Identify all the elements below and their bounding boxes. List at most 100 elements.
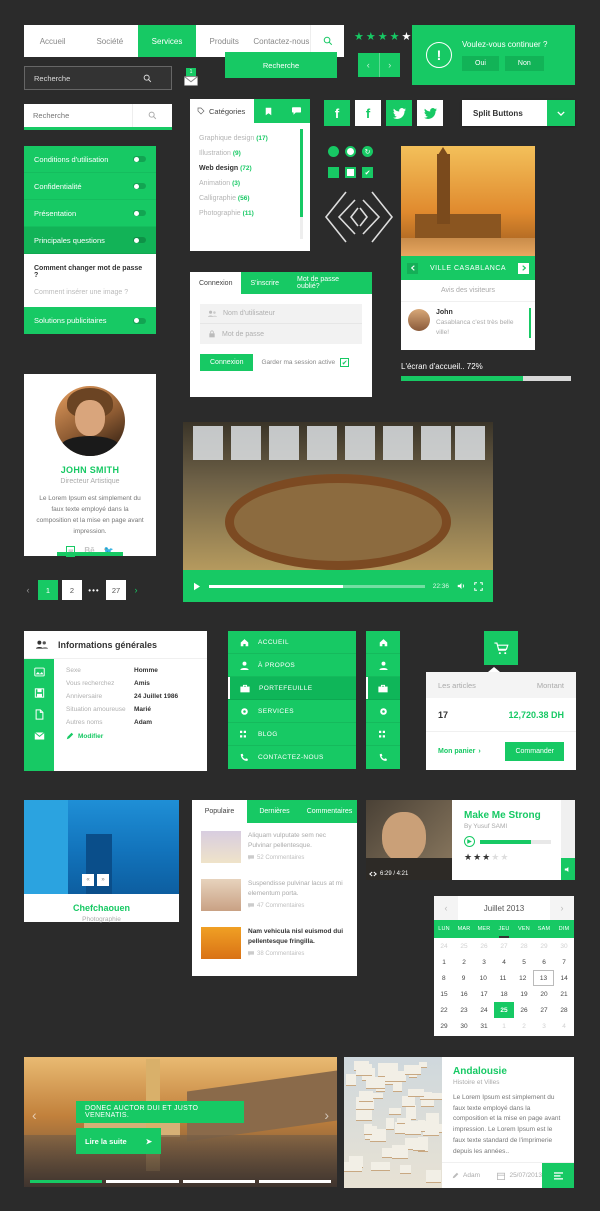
category-item[interactable]: Photographie (11) — [199, 206, 310, 221]
play-circle-icon[interactable]: ▶ — [464, 836, 475, 847]
scrollbar[interactable] — [300, 129, 303, 239]
calendar-day[interactable]: 18 — [494, 986, 514, 1002]
envelope-notification[interactable]: 1 — [184, 68, 198, 86]
calendar-day[interactable]: 10 — [473, 970, 493, 986]
pagination-page-1[interactable]: 1 — [38, 580, 58, 600]
chevron-left-icon[interactable] — [407, 263, 418, 274]
checkbox-outline-icon[interactable] — [345, 167, 356, 178]
calendar-day[interactable]: 16 — [454, 986, 474, 1002]
toggle-switch[interactable] — [133, 156, 146, 162]
vnav2-item-portefeuille[interactable] — [366, 677, 400, 700]
calendar-day[interactable]: 4 — [554, 1018, 574, 1034]
calendar-day[interactable]: 22 — [434, 1002, 454, 1018]
calendar-day[interactable]: 15 — [434, 986, 454, 1002]
search-icon[interactable] — [135, 74, 159, 83]
vnav2-item-accueil[interactable] — [366, 631, 400, 654]
comment-icon[interactable] — [282, 99, 310, 123]
calendar-day[interactable]: 29 — [434, 1018, 454, 1034]
search-icon[interactable] — [133, 111, 172, 120]
accordion-item-presentation[interactable]: Présentation — [24, 200, 156, 227]
radio-refresh-icon[interactable]: ↻ — [362, 146, 373, 157]
yes-button[interactable]: Oui — [462, 56, 499, 71]
login-submit-button[interactable]: Connexion — [200, 354, 253, 371]
calendar-day[interactable]: 21 — [554, 986, 574, 1002]
calendar-day[interactable]: 1 — [494, 1018, 514, 1034]
tab-mot-de-passe-oublie[interactable]: Mot de passe oublié? — [288, 272, 372, 294]
calendar-next[interactable]: › — [550, 896, 574, 920]
calendar-prev[interactable]: ‹ — [434, 896, 458, 920]
post-item[interactable]: Aliquam vulputate sem nec Pulvinar pelle… — [192, 823, 357, 871]
calendar-day[interactable]: 2 — [454, 954, 474, 970]
slide-dot[interactable] — [183, 1180, 255, 1183]
prev-button[interactable]: ‹ — [358, 53, 379, 77]
search-input-dark[interactable] — [25, 74, 135, 83]
order-button[interactable]: Commander — [505, 742, 564, 761]
toggle-switch[interactable] — [133, 318, 146, 324]
category-item-active[interactable]: Web design (72) — [199, 161, 310, 176]
submenu-item-changer-mot-de-passe[interactable]: Comment changer mot de passe ? — [34, 260, 146, 284]
search-input-light[interactable] — [24, 111, 132, 120]
tab-connexion[interactable]: Connexion — [190, 272, 241, 294]
submenu-item-inserer-image[interactable]: Comment insérer une image ? — [34, 284, 146, 301]
calendar-day[interactable]: 9 — [454, 970, 474, 986]
slide-dot[interactable] — [106, 1180, 178, 1183]
vnav-item-a-propos[interactable]: À PROPOS — [228, 654, 356, 677]
calendar-day[interactable]: 5 — [514, 954, 534, 970]
calendar-day[interactable]: 12 — [513, 970, 533, 986]
calendar-day[interactable]: 6 — [534, 954, 554, 970]
post-item[interactable]: Nam vehicula nisl euismod dui pellentesq… — [192, 919, 357, 967]
calendar-day[interactable]: 26 — [514, 1002, 534, 1018]
radio-outline-icon[interactable] — [345, 146, 356, 157]
next-button[interactable]: › — [380, 53, 401, 77]
vnav-item-blog[interactable]: BLOG — [228, 723, 356, 746]
star-rating-top[interactable]: ★ ★ ★ ★ ★ — [354, 30, 411, 43]
calendar-day[interactable]: 4 — [494, 954, 514, 970]
calendar-day-selected[interactable]: 25 — [494, 1002, 514, 1018]
calendar-day[interactable]: 25 — [454, 938, 474, 954]
toggle-switch-on[interactable] — [133, 237, 146, 243]
remember-me[interactable]: Garder ma session active ✔ — [261, 358, 349, 367]
search-bar-dark[interactable] — [24, 66, 172, 90]
calendar-day[interactable]: 2 — [514, 1018, 534, 1034]
hero-next[interactable]: › — [324, 1107, 329, 1123]
star-icon[interactable]: ★ — [482, 852, 490, 863]
prev-button[interactable]: « — [82, 874, 94, 886]
chevron-down-icon[interactable] — [547, 100, 575, 126]
no-button[interactable]: Non — [505, 56, 544, 71]
slide-dot-active[interactable] — [30, 1180, 102, 1183]
volume-icon[interactable] — [561, 858, 575, 880]
calendar-day[interactable]: 24 — [434, 938, 454, 954]
calendar-day[interactable]: 30 — [554, 938, 574, 954]
search-submit-button[interactable]: Recherche — [225, 52, 337, 78]
category-item[interactable]: Calligraphie (56) — [199, 191, 310, 206]
checkbox-filled-icon[interactable] — [328, 167, 339, 178]
pagination-page-27[interactable]: 27 — [106, 580, 126, 600]
vnav-item-services[interactable]: SERVICES — [228, 700, 356, 723]
search-bar-light[interactable] — [24, 104, 172, 130]
calendar-day[interactable]: 30 — [454, 1018, 474, 1034]
twitter-icon[interactable] — [386, 100, 412, 126]
calendar-day[interactable]: 1 — [434, 954, 454, 970]
calendar-day[interactable]: 7 — [554, 954, 574, 970]
username-field[interactable]: Nom d'utilisateur — [200, 304, 362, 324]
vnav2-item-a-propos[interactable] — [366, 654, 400, 677]
video-progress[interactable] — [209, 585, 425, 588]
star-icon-empty[interactable]: ★ — [402, 30, 412, 43]
vnav2-item-contactez-nous[interactable] — [366, 746, 400, 769]
radio-filled-icon[interactable] — [328, 146, 339, 157]
facebook-icon[interactable]: f — [324, 100, 350, 126]
calendar-day[interactable]: 26 — [474, 938, 494, 954]
my-cart-link[interactable]: Mon panier › — [438, 748, 481, 755]
vnav-item-portefeuille[interactable]: PORTEFEUILLE — [228, 677, 356, 700]
calendar-day[interactable]: 20 — [534, 986, 554, 1002]
star-icon[interactable]: ★ — [378, 30, 388, 43]
calendar-day[interactable]: 3 — [534, 1018, 554, 1034]
split-button-label[interactable]: Split Buttons — [462, 100, 547, 126]
tab-inscrire[interactable]: S'inscrire — [241, 272, 288, 294]
facebook-icon[interactable]: f — [355, 100, 381, 126]
toggle-switch[interactable] — [133, 210, 146, 216]
slide-dot[interactable] — [259, 1180, 331, 1183]
post-item[interactable]: Suspendisse pulvinar lacus at mi element… — [192, 871, 357, 919]
tab-populaire[interactable]: Populaire — [192, 800, 247, 823]
star-icon-empty[interactable]: ★ — [491, 852, 499, 863]
